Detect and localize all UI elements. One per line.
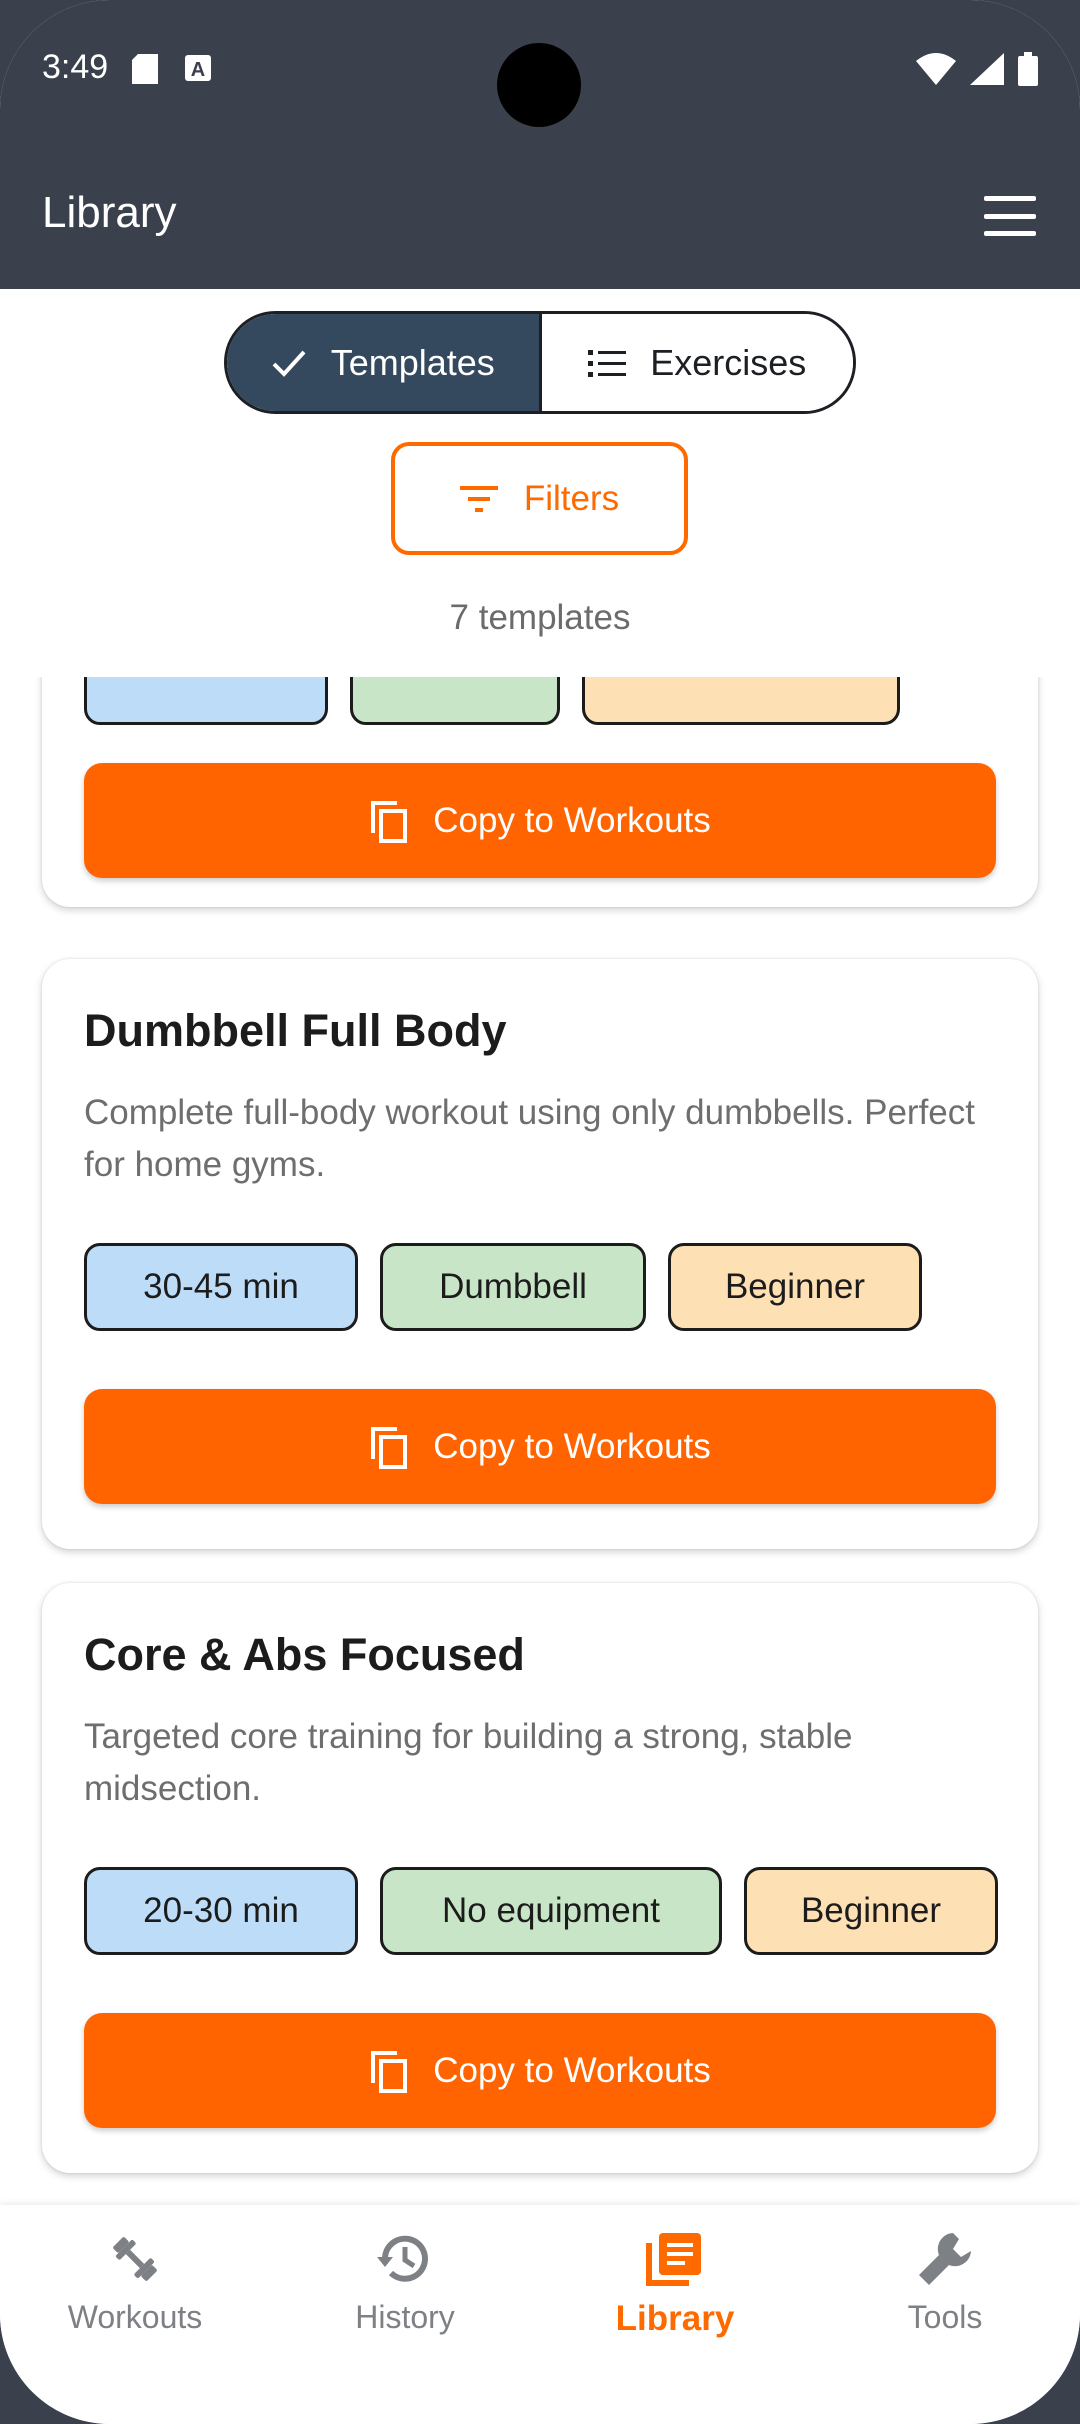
screen: 3:49 A Library Templates Exercises Filte…: [0, 0, 1080, 2424]
copy-button-label: Copy to Workouts: [433, 1426, 711, 1466]
copy-icon: [371, 1426, 408, 1469]
equipment-chip: Dumbbell: [380, 1243, 646, 1331]
duration-chip: 30-45 min: [84, 1243, 358, 1331]
chip-row: 20-30 min No equipment Beginner: [84, 1867, 998, 1955]
view-toggle: Templates Exercises: [224, 311, 856, 414]
wifi-icon: [916, 53, 956, 85]
template-card: Copy to Workouts: [42, 677, 1038, 907]
svg-text:A: A: [191, 59, 205, 81]
filters-button[interactable]: Filters: [391, 442, 688, 555]
bottom-navigation: Workouts History Library Tools: [0, 2205, 1080, 2424]
copy-button-label: Copy to Workouts: [433, 2050, 711, 2090]
copy-to-workouts-button[interactable]: Copy to Workouts: [84, 763, 996, 878]
nav-item-workouts[interactable]: Workouts: [0, 2205, 270, 2424]
signal-icon: [970, 53, 1004, 85]
filters-label: Filters: [523, 478, 620, 518]
history-icon: [377, 2235, 428, 2282]
camera-cutout: [497, 43, 581, 127]
card-title: Core & Abs Focused: [84, 1629, 525, 1680]
tab-exercises-label: Exercises: [650, 341, 807, 383]
nav-item-history[interactable]: History: [270, 2205, 540, 2424]
nav-label: Workouts: [67, 2299, 203, 2335]
filter-icon: [459, 485, 498, 512]
equipment-chip: [350, 677, 560, 725]
status-notifications: A: [132, 54, 212, 84]
dumbbell-icon: [113, 2237, 157, 2281]
sd-card-icon: [132, 54, 158, 84]
check-icon: [272, 350, 306, 377]
page-title: Library: [42, 188, 177, 237]
tab-exercises[interactable]: Exercises: [541, 314, 853, 411]
equipment-chip: No equipment: [380, 1867, 722, 1955]
template-card: Dumbbell Full Body Complete full-body wo…: [42, 959, 1038, 1549]
tab-templates[interactable]: Templates: [227, 314, 542, 411]
wrench-icon: [919, 2233, 971, 2285]
nav-item-tools[interactable]: Tools: [810, 2205, 1080, 2424]
keyboard-a-icon: A: [185, 55, 211, 81]
template-card: Core & Abs Focused Targeted core trainin…: [42, 1583, 1038, 2173]
copy-icon: [371, 800, 408, 843]
duration-chip: [84, 677, 328, 725]
level-chip: Beginner: [744, 1867, 998, 1955]
level-chip: [582, 677, 900, 725]
status-system-icons: [916, 52, 1038, 86]
menu-icon[interactable]: [980, 190, 1040, 242]
level-chip: Beginner: [668, 1243, 922, 1331]
nav-label: History: [355, 2299, 455, 2335]
copy-to-workouts-button[interactable]: Copy to Workouts: [84, 2013, 996, 2128]
library-icon: [646, 2233, 701, 2286]
copy-to-workouts-button[interactable]: Copy to Workouts: [84, 1389, 996, 1504]
tab-templates-label: Templates: [330, 341, 495, 383]
chip-row: 30-45 min Dumbbell Beginner: [84, 1243, 922, 1331]
top-app-bar: 3:49 A Library: [0, 0, 1080, 289]
list-icon: [588, 349, 627, 377]
status-time: 3:49: [42, 48, 109, 86]
template-list[interactable]: Copy to Workouts Dumbbell Full Body Comp…: [0, 677, 1080, 2205]
card-title: Dumbbell Full Body: [84, 1005, 507, 1056]
nav-label: Library: [615, 2299, 735, 2338]
duration-chip: 20-30 min: [84, 1867, 358, 1955]
nav-label: Tools: [907, 2299, 983, 2335]
card-description: Complete full-body workout using only du…: [84, 1093, 975, 1184]
battery-icon: [1018, 52, 1038, 86]
template-count: 7 templates: [449, 598, 631, 637]
chip-row: [84, 677, 900, 725]
copy-button-label: Copy to Workouts: [433, 800, 711, 840]
card-description: Targeted core training for building a st…: [84, 1717, 853, 1808]
copy-icon: [371, 2050, 408, 2093]
nav-item-library[interactable]: Library: [540, 2205, 810, 2424]
